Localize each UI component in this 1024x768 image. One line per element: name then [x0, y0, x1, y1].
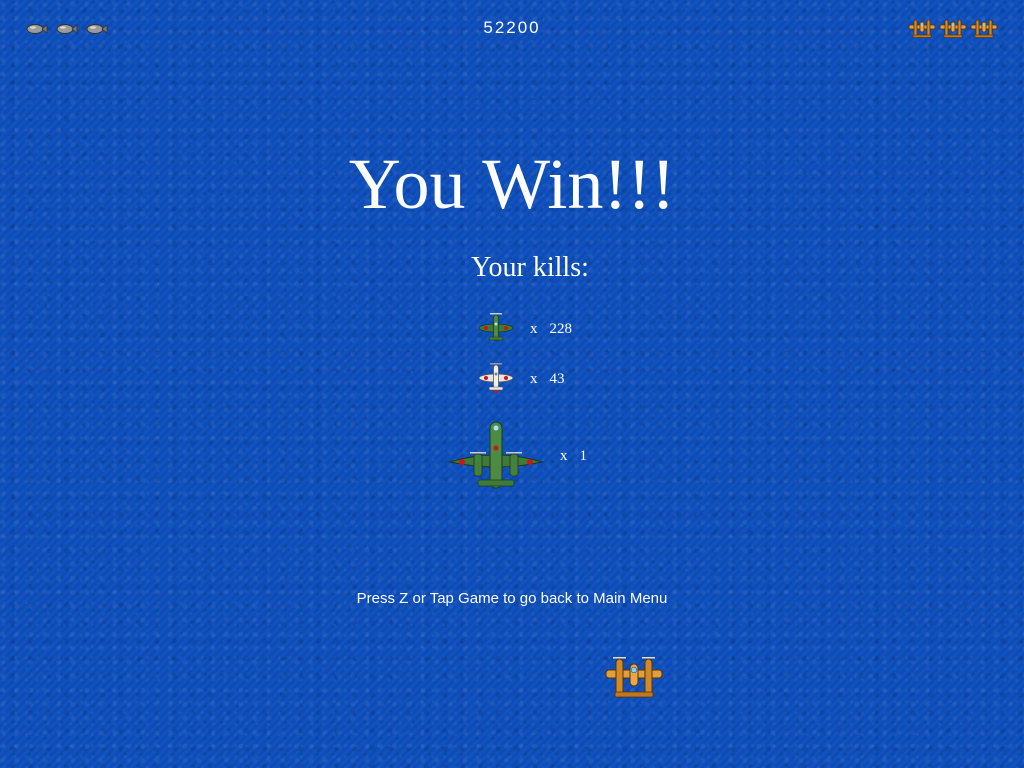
player-plane-icon — [605, 657, 663, 698]
green-fighter-icon — [478, 313, 514, 342]
kill-count: 1 — [579, 447, 588, 464]
win-title: You Win!!! — [348, 144, 676, 224]
multiply-sign: x — [560, 447, 568, 464]
player-plane-icon — [908, 19, 936, 38]
player-plane-icon — [939, 19, 967, 38]
white-fighter-icon — [478, 363, 514, 393]
kill-count: 43 — [549, 370, 565, 387]
kill-count: 228 — [549, 320, 573, 337]
kill-row-green-bomber: x 1 — [448, 418, 587, 494]
kill-row-white-fighter: x 43 — [478, 362, 565, 396]
player-plane-icon — [970, 19, 998, 38]
multiply-sign: x — [530, 370, 538, 387]
kills-heading: Your kills: — [471, 252, 589, 283]
score-display: 52200 — [483, 18, 541, 37]
green-bomber-icon — [448, 421, 544, 489]
lives-counter — [908, 18, 998, 40]
return-to-menu-prompt[interactable]: Press Z or Tap Game to go back to Main M… — [0, 590, 1024, 607]
multiply-sign: x — [530, 320, 538, 337]
kill-row-green-fighter: x 228 — [478, 312, 572, 346]
